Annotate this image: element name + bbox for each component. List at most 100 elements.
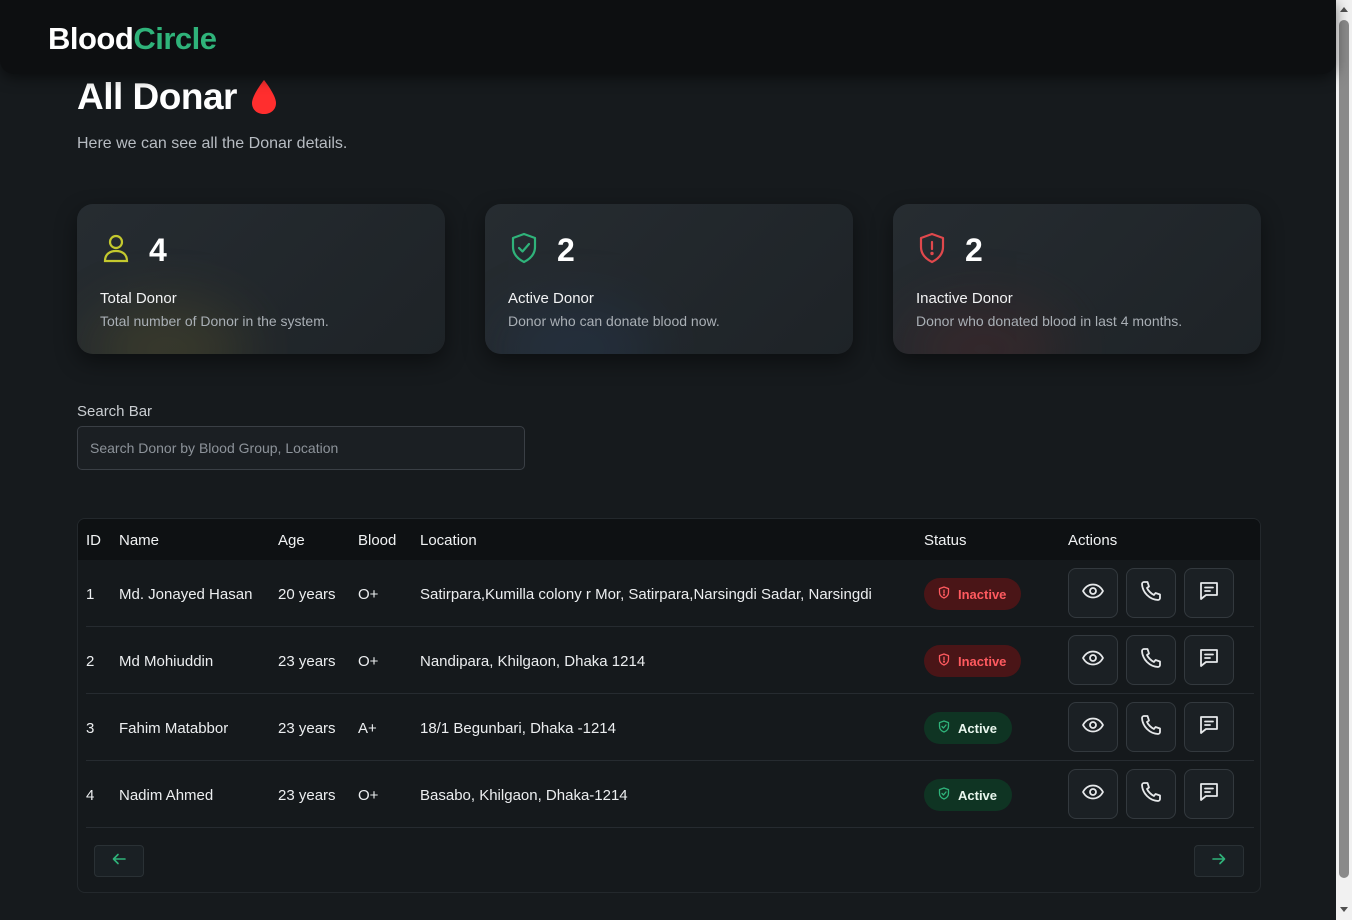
stat-description: Donor who can donate blood now. [508, 313, 720, 329]
view-button[interactable] [1068, 702, 1118, 752]
search-input[interactable] [77, 426, 525, 470]
shield-check-icon [938, 720, 950, 736]
phone-icon [1139, 579, 1163, 608]
stat-description: Donor who donated blood in last 4 months… [916, 313, 1183, 329]
cell-location: Basabo, Khilgaon, Dhaka-1214 [420, 787, 628, 804]
phone-icon [1139, 713, 1163, 742]
call-button[interactable] [1126, 635, 1176, 685]
phone-icon [1139, 646, 1163, 675]
status-badge: Active [924, 712, 1013, 744]
navbar: BloodCircle [0, 0, 1336, 74]
status-label: Inactive [958, 586, 1007, 602]
phone-icon [1139, 780, 1163, 809]
message-icon [1197, 780, 1221, 809]
page-title: All Donar [77, 76, 237, 117]
cell-id: 2 [86, 653, 95, 670]
stat-count: 2 [965, 232, 983, 268]
scroll-thumb[interactable] [1339, 20, 1349, 878]
blood-drop-icon [249, 78, 279, 121]
column-header-name: Name [119, 532, 160, 549]
view-button[interactable] [1068, 568, 1118, 618]
column-header-id: ID [86, 532, 101, 549]
scroll-down-icon[interactable] [1339, 904, 1349, 914]
cell-location: Satirpara,Kumilla colony r Mor, Satirpar… [420, 586, 872, 603]
stat-label: Active Donor [508, 290, 594, 307]
shield-alert-icon [917, 231, 947, 270]
cell-id: 4 [86, 787, 95, 804]
page-scrollbar[interactable] [1336, 0, 1352, 920]
eye-icon [1081, 780, 1105, 809]
call-button[interactable] [1126, 769, 1176, 819]
message-button[interactable] [1184, 568, 1234, 618]
table-row: 1 Md. Jonayed Hasan 20 years O+ Satirpara,Ku… [86, 560, 1254, 627]
column-header-age: Age [278, 532, 305, 549]
eye-icon [1081, 579, 1105, 608]
status-label: Active [958, 787, 998, 803]
shield-alert-icon [938, 653, 950, 669]
user-icon [101, 231, 131, 270]
prev-page-button[interactable] [94, 845, 144, 877]
arrow-left-icon [112, 852, 126, 870]
shield-check-icon [509, 231, 539, 270]
message-button[interactable] [1184, 635, 1234, 685]
message-button[interactable] [1184, 702, 1234, 752]
shield-check-icon [938, 787, 950, 803]
cell-blood: O+ [358, 787, 379, 804]
message-button[interactable] [1184, 769, 1234, 819]
cell-id: 3 [86, 720, 95, 737]
call-button[interactable] [1126, 702, 1176, 752]
column-header-location: Location [420, 532, 477, 549]
brand-logo[interactable]: BloodCircle [48, 21, 217, 57]
scroll-up-icon[interactable] [1339, 5, 1349, 15]
status-label: Inactive [958, 653, 1007, 669]
message-icon [1197, 646, 1221, 675]
stat-count: 2 [557, 232, 575, 268]
cell-name: Nadim Ahmed [119, 787, 214, 804]
column-header-blood: Blood [358, 532, 397, 549]
shield-alert-icon [938, 586, 950, 602]
cell-id: 1 [86, 586, 95, 603]
arrow-right-icon [1212, 852, 1226, 870]
stat-card-active: 2 Active Donor Donor who can donate bloo… [485, 204, 853, 354]
table-row: 2 Md Mohiuddin 23 years O+ Nandipara, Khilga… [86, 627, 1254, 694]
status-badge: Active [924, 779, 1013, 811]
stat-card-inactive: 2 Inactive Donor Donor who donated blood… [893, 204, 1261, 354]
search-label: Search Bar [77, 403, 153, 420]
status-badge: Inactive [924, 645, 1022, 677]
stat-label: Total Donor [100, 290, 177, 307]
status-label: Active [958, 720, 998, 736]
cell-name: Md Mohiuddin [119, 653, 214, 670]
cell-blood: O+ [358, 586, 379, 603]
view-button[interactable] [1068, 635, 1118, 685]
cell-location: 18/1 Begunbari, Dhaka -1214 [420, 720, 616, 737]
eye-icon [1081, 646, 1105, 675]
stat-description: Total number of Donor in the system. [100, 313, 329, 329]
page-subtitle: Here we can see all the Donar details. [77, 135, 348, 152]
donor-table: ID Name Age Blood Location Status Action… [77, 518, 1261, 893]
cell-name: Fahim Matabbor [119, 720, 229, 737]
cell-age: 20 years [278, 586, 336, 603]
stat-count: 4 [149, 232, 167, 268]
table-row: 4 Nadim Ahmed 23 years O+ Basabo, Khilgaon, … [86, 761, 1254, 828]
next-page-button[interactable] [1194, 845, 1244, 877]
status-badge: Inactive [924, 578, 1022, 610]
cell-location: Nandipara, Khilgaon, Dhaka 1214 [420, 653, 646, 670]
cell-age: 23 years [278, 720, 336, 737]
brand-name-part2: Circle [133, 21, 217, 56]
view-button[interactable] [1068, 769, 1118, 819]
message-icon [1197, 713, 1221, 742]
cell-blood: A+ [358, 720, 377, 737]
cell-age: 23 years [278, 787, 336, 804]
stat-card-total: 4 Total Donor Total number of Donor in t… [77, 204, 445, 354]
stat-label: Inactive Donor [916, 290, 1013, 307]
brand-name-part1: Blood [48, 21, 134, 56]
table-header: ID Name Age Blood Location Status Action… [78, 519, 1260, 560]
cell-name: Md. Jonayed Hasan [119, 586, 253, 603]
column-header-status: Status [924, 532, 967, 549]
message-icon [1197, 579, 1221, 608]
call-button[interactable] [1126, 568, 1176, 618]
eye-icon [1081, 713, 1105, 742]
table-row: 3 Fahim Matabbor 23 years A+ 18/1 Begunbari,… [86, 694, 1254, 761]
cell-age: 23 years [278, 653, 336, 670]
cell-blood: O+ [358, 653, 379, 670]
